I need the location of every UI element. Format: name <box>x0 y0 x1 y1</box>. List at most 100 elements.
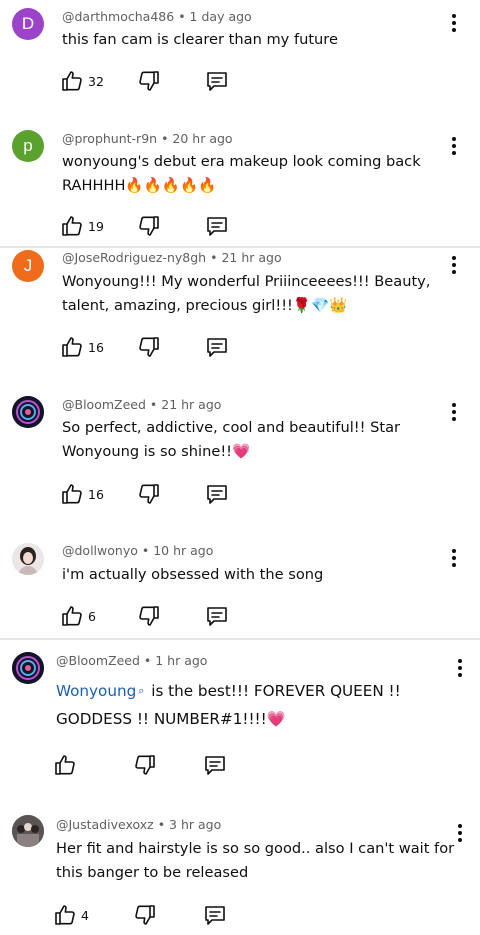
avatar[interactable] <box>12 652 44 684</box>
comment-time: 1 day ago <box>189 9 252 24</box>
dislike-button[interactable] <box>137 481 161 507</box>
divider <box>0 246 480 248</box>
comment-text-line: this fan cam is clearer than my future <box>62 31 338 48</box>
like-count: 19 <box>88 218 104 234</box>
meta-separator: • <box>210 250 218 265</box>
comment-text-segment: is the best!!! FOREVER QUEEN !! <box>146 682 401 700</box>
comment-time: 1 hr ago <box>155 653 208 668</box>
reply-comment-icon <box>207 72 227 91</box>
comment-text: Wonyoung ⌕ is the best!!! FOREVER QUEEN !… <box>56 677 436 733</box>
thumbs-up-icon <box>62 337 82 357</box>
thumbs-down-icon <box>139 606 159 626</box>
search-small-icon: ⌕ <box>138 684 145 697</box>
avatar[interactable] <box>12 815 44 847</box>
meta-separator: • <box>178 9 186 24</box>
reply-comment-icon <box>205 906 225 925</box>
comment-text-line: i'm actually obsessed with the song <box>62 566 324 583</box>
thumbs-up-icon <box>55 905 75 925</box>
comment-time: 21 hr ago <box>161 397 222 412</box>
like-button[interactable]: 4 <box>53 902 89 928</box>
comment-author[interactable]: @darthmocha486 <box>62 9 174 24</box>
comment-time: 21 hr ago <box>221 250 282 265</box>
more-options-icon[interactable] <box>452 656 468 680</box>
comment-text: i'm actually obsessed with the song <box>62 563 442 587</box>
like-button[interactable]: 16 <box>60 481 104 507</box>
comment-author[interactable]: @prophunt-r9n <box>62 131 157 146</box>
comment-text-line: Her fit and hairstyle is so so good.. al… <box>56 840 455 857</box>
comment-meta: @BloomZeed • 1 hr ago <box>56 653 207 668</box>
more-options-icon[interactable] <box>446 11 462 35</box>
comment-text-line: Wonyoung!!! My wonderful Priiinceeees!!!… <box>62 273 431 290</box>
reply-comment-icon <box>207 607 227 626</box>
reply-comment-icon <box>207 338 227 357</box>
more-options-icon[interactable] <box>446 546 462 570</box>
mention-link[interactable]: Wonyoung <box>56 682 136 700</box>
like-button[interactable]: 19 <box>60 213 104 239</box>
reply-button[interactable] <box>203 902 227 928</box>
comment-text-line: this banger to be released <box>56 864 249 881</box>
avatar[interactable] <box>12 543 44 575</box>
comment-meta: @BloomZeed • 21 hr ago <box>62 397 221 412</box>
avatar-photo-image <box>12 815 44 847</box>
dislike-button[interactable] <box>133 752 157 778</box>
comment-author[interactable]: @Justadivexoxz <box>56 817 154 832</box>
reply-button[interactable] <box>205 481 229 507</box>
thumbs-down-icon <box>139 216 159 236</box>
like-button[interactable]: 6 <box>60 603 96 629</box>
reply-comment-icon <box>207 485 227 504</box>
dislike-button[interactable] <box>137 334 161 360</box>
comment-actions: 6 <box>60 603 260 629</box>
more-options-icon[interactable] <box>446 253 462 277</box>
thumbs-down-icon <box>139 484 159 504</box>
dislike-button[interactable] <box>137 213 161 239</box>
like-button[interactable] <box>53 752 81 778</box>
comment-author[interactable]: @dollwonyo <box>62 543 138 558</box>
dislike-button[interactable] <box>133 902 157 928</box>
avatar-swirl-image <box>12 652 44 684</box>
more-options-icon[interactable] <box>452 821 468 845</box>
reply-button[interactable] <box>203 752 227 778</box>
comment-text-line: RAHHHH🔥🔥🔥🔥🔥 <box>62 177 217 194</box>
comment-actions: 16 <box>60 334 260 360</box>
thumbs-down-icon <box>135 905 155 925</box>
comment-text: So perfect, addictive, cool and beautifu… <box>62 416 442 464</box>
comment-text-line: So perfect, addictive, cool and beautifu… <box>62 419 401 436</box>
comment-time: 10 hr ago <box>153 543 214 558</box>
avatar[interactable] <box>12 396 44 428</box>
comment-meta: @prophunt-r9n • 20 hr ago <box>62 131 233 146</box>
reply-button[interactable] <box>205 213 229 239</box>
more-options-icon[interactable] <box>446 400 462 424</box>
comment-author[interactable]: @BloomZeed <box>62 397 146 412</box>
meta-separator: • <box>149 397 158 412</box>
comment-author[interactable]: @BloomZeed <box>56 653 140 668</box>
comment-meta: @dollwonyo • 10 hr ago <box>62 543 213 558</box>
reply-comment-icon <box>207 217 227 236</box>
avatar-letter: p <box>23 136 33 155</box>
avatar[interactable]: J <box>12 250 44 282</box>
more-options-icon[interactable] <box>446 134 462 158</box>
dislike-button[interactable] <box>137 603 161 629</box>
comment-text: wonyoung's debut era makeup look coming … <box>62 150 442 198</box>
like-button[interactable]: 32 <box>60 68 104 94</box>
reply-button[interactable] <box>205 603 229 629</box>
thumbs-up-icon <box>55 755 75 775</box>
avatar[interactable]: p <box>12 130 44 162</box>
meta-separator: • <box>141 543 150 558</box>
comment-author[interactable]: @JoseRodriguez-ny8gh <box>62 250 206 265</box>
like-count: 6 <box>88 608 96 624</box>
avatar[interactable]: D <box>12 8 44 40</box>
comment-meta: @Justadivexoxz • 3 hr ago <box>56 817 221 832</box>
comment-time: 20 hr ago <box>172 131 233 146</box>
divider <box>0 638 480 640</box>
thumbs-down-icon <box>139 71 159 91</box>
thumbs-down-icon <box>135 755 155 775</box>
like-count: 16 <box>88 486 104 502</box>
comment-text-line: Wonyoung ⌕ is the best!!! FOREVER QUEEN !… <box>56 677 436 705</box>
thumbs-up-icon <box>62 71 82 91</box>
comment-actions <box>53 752 253 778</box>
like-button[interactable]: 16 <box>60 334 104 360</box>
dislike-button[interactable] <box>137 68 161 94</box>
reply-button[interactable] <box>205 68 229 94</box>
reply-button[interactable] <box>205 334 229 360</box>
comment-meta: @JoseRodriguez-ny8gh • 21 hr ago <box>62 250 282 265</box>
